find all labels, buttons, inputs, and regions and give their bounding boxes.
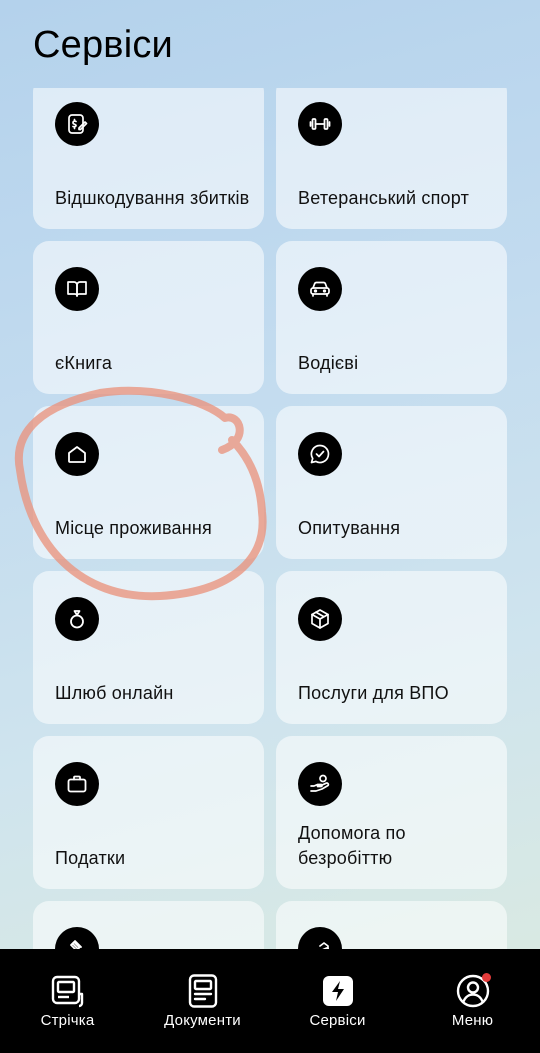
feed-icon: [50, 973, 86, 1009]
service-tile-residence[interactable]: Місце проживання: [33, 406, 264, 559]
tab-label: Меню: [451, 1012, 494, 1029]
service-label: Допомога по безробіттю: [298, 823, 406, 868]
service-tile-compensation[interactable]: Відшкодування збитків: [33, 88, 264, 229]
service-label: Місце проживання: [55, 518, 212, 538]
chat-check-icon: [298, 432, 342, 476]
bottom-tab-bar: Стрічка Документи Сервіси Меню: [0, 949, 540, 1053]
page-title: Сервіси: [33, 24, 173, 66]
documents-icon: [185, 973, 221, 1009]
service-label: Податки: [55, 848, 126, 868]
service-tile-taxes[interactable]: Податки: [33, 736, 264, 889]
house-icon: [55, 432, 99, 476]
tab-label: Сервіси: [309, 1012, 366, 1029]
service-tile-drivers[interactable]: Водієві: [276, 241, 507, 394]
tab-label: Документи: [164, 1012, 241, 1029]
service-tile-unemployment[interactable]: Допомога по безробіттю: [276, 736, 507, 889]
box-icon: [298, 597, 342, 641]
gavel-icon: [55, 927, 99, 949]
service-tile-marriage[interactable]: Шлюб онлайн: [33, 571, 264, 724]
briefcase-icon: [55, 762, 99, 806]
service-label: Шлюб онлайн: [55, 683, 174, 703]
tab-documents[interactable]: Документи: [135, 949, 270, 1053]
book-icon: [55, 267, 99, 311]
tab-services[interactable]: Сервіси: [270, 949, 405, 1053]
dumbbell-icon: [298, 102, 342, 146]
services-grid: Відшкодування збитків Ветеранський спорт…: [33, 88, 507, 949]
compensation-icon: [55, 102, 99, 146]
service-label: Опитування: [298, 518, 401, 538]
hand-coins-icon: [298, 762, 342, 806]
lightning-icon: [320, 973, 356, 1009]
service-tile-idp[interactable]: Послуги для ВПО: [276, 571, 507, 724]
ring-icon: [55, 597, 99, 641]
tab-menu[interactable]: Меню: [405, 949, 540, 1053]
notification-badge: [481, 973, 491, 982]
services-grid-viewport[interactable]: Відшкодування збитків Ветеранський спорт…: [0, 88, 540, 949]
tab-feed[interactable]: Стрічка: [0, 949, 135, 1053]
hand-house-icon: [298, 927, 342, 949]
service-label: Відшкодування збитків: [55, 188, 250, 208]
service-label: Ветеранський спорт: [298, 188, 470, 208]
tab-label: Стрічка: [40, 1012, 95, 1029]
service-label: єКнига: [55, 353, 113, 373]
service-tile-survey[interactable]: Опитування: [276, 406, 507, 559]
service-tile-ebook[interactable]: єКнига: [33, 241, 264, 394]
service-tile-veteran-sport[interactable]: Ветеранський спорт: [276, 88, 507, 229]
service-label: Водієві: [298, 353, 359, 373]
service-tile-court[interactable]: [33, 901, 264, 949]
service-tile-housing-support[interactable]: [276, 901, 507, 949]
profile-icon: [455, 973, 491, 1009]
service-label: Послуги для ВПО: [298, 683, 449, 703]
car-icon: [298, 267, 342, 311]
